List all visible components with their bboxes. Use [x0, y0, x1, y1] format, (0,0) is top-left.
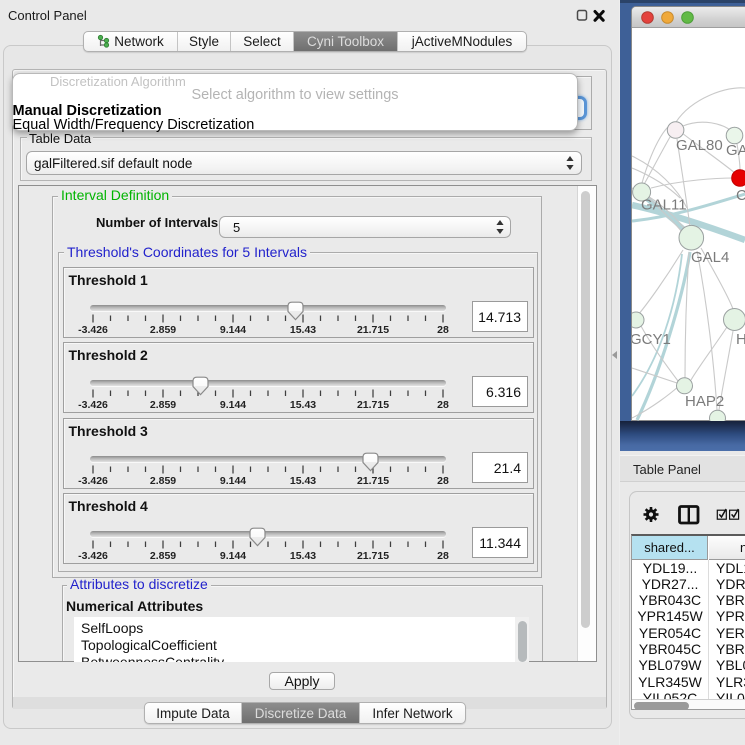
svg-text:GCY1: GCY1: [632, 331, 671, 348]
svg-text:HAP2: HAP2: [685, 393, 724, 410]
svg-text:GAL11: GAL11: [641, 197, 687, 214]
svg-text:H: H: [736, 331, 745, 348]
svg-text:C: C: [736, 187, 745, 204]
svg-text:GAL4: GAL4: [691, 249, 729, 266]
svg-text:GA: GA: [726, 142, 745, 159]
svg-text:GAL80: GAL80: [676, 137, 723, 154]
